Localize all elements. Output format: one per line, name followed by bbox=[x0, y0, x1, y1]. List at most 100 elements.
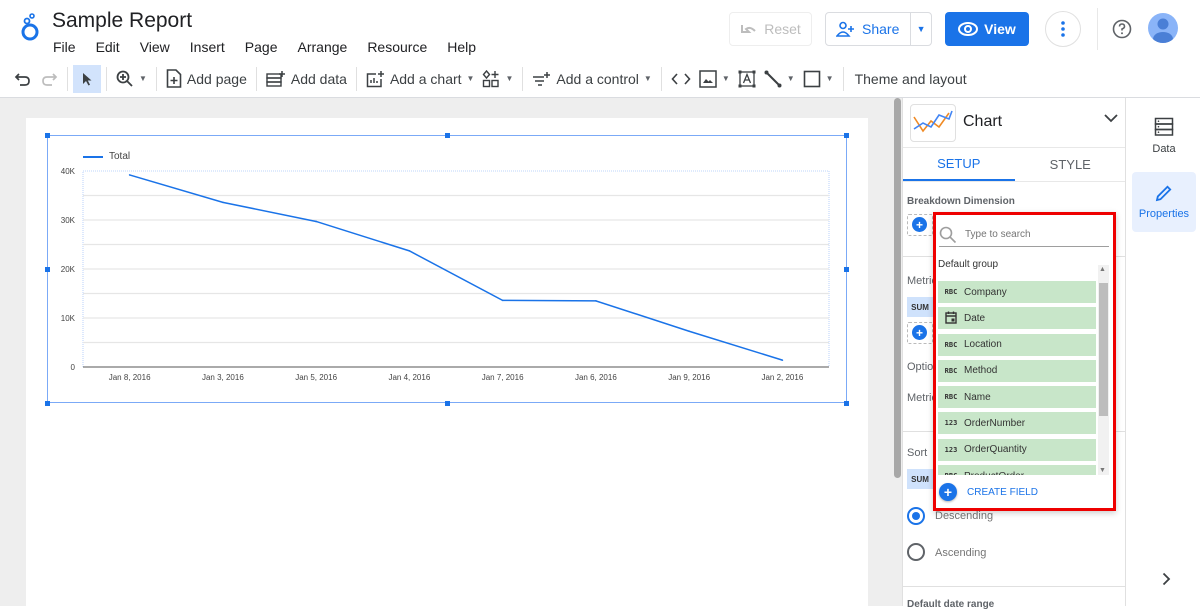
data-point bbox=[688, 330, 690, 333]
radio-ascending[interactable] bbox=[907, 543, 925, 561]
field-name: ProductOrder bbox=[964, 471, 1024, 475]
database-icon bbox=[1154, 117, 1174, 136]
line-chart-icon bbox=[913, 110, 953, 133]
scrollbar-thumb[interactable] bbox=[894, 98, 901, 478]
x-tick-label: Jan 7, 2016 bbox=[482, 373, 524, 382]
x-tick-label: Jan 8, 2016 bbox=[109, 373, 151, 382]
add-icon: + bbox=[912, 217, 927, 232]
scrollbar-thumb[interactable] bbox=[1099, 283, 1108, 416]
scroll-up-icon[interactable]: ▲ bbox=[1099, 266, 1106, 273]
field-list: RBC Company Date RBC Location RBC Method RBC Nam… bbox=[938, 281, 1096, 475]
create-field-button[interactable]: + CREATE FIELD bbox=[939, 483, 1038, 501]
view-button[interactable]: View bbox=[945, 12, 1029, 46]
field-name: Method bbox=[964, 365, 998, 377]
data-point bbox=[315, 220, 317, 223]
y-tick-label: 20K bbox=[61, 265, 76, 274]
person-icon bbox=[1153, 18, 1173, 43]
header-divider bbox=[1097, 8, 1098, 50]
text-type-icon: RBC bbox=[944, 366, 958, 375]
y-tick-label: 0 bbox=[71, 363, 76, 372]
breakdown-dimension-label: Breakdown Dimension bbox=[907, 196, 1015, 207]
x-tick-label: Jan 2, 2016 bbox=[761, 373, 803, 382]
field-item[interactable]: Date bbox=[938, 307, 1096, 330]
default-date-range-label: Default date range bbox=[907, 599, 995, 610]
field-item[interactable]: RBC Name bbox=[938, 386, 1096, 409]
rail-item-data[interactable]: Data bbox=[1132, 106, 1196, 166]
more-options-button[interactable] bbox=[1045, 11, 1081, 47]
help-icon[interactable] bbox=[1112, 19, 1132, 39]
field-search[interactable] bbox=[939, 223, 1109, 247]
tab-style[interactable]: STYLE bbox=[1015, 148, 1127, 181]
eye-icon bbox=[958, 22, 979, 36]
create-field-label: CREATE FIELD bbox=[967, 486, 1038, 498]
y-tick-label: 30K bbox=[61, 216, 76, 225]
rail-data-label: Data bbox=[1152, 143, 1176, 155]
sort-aggregation-chip[interactable]: SUM bbox=[907, 469, 933, 489]
search-icon bbox=[939, 226, 957, 243]
series-line-total bbox=[129, 174, 783, 361]
field-item[interactable]: RBC Method bbox=[938, 359, 1096, 382]
text-type-icon: RBC bbox=[944, 340, 958, 349]
pencil-icon bbox=[1155, 185, 1172, 202]
chart-type-thumbnail bbox=[910, 104, 956, 142]
rail-properties-label: Properties bbox=[1138, 208, 1190, 220]
add-icon: + bbox=[912, 325, 927, 340]
sort-label: Sort bbox=[907, 447, 928, 459]
view-label: View bbox=[984, 21, 1016, 37]
y-tick-label: 10K bbox=[61, 314, 76, 323]
data-point bbox=[222, 201, 224, 204]
data-point bbox=[595, 300, 597, 302]
number-type-icon: 123 bbox=[944, 419, 958, 428]
field-item[interactable]: RBCProductOrder bbox=[938, 465, 1096, 475]
field-name: Company bbox=[964, 286, 1007, 298]
field-item[interactable]: 123 OrderNumber bbox=[938, 412, 1096, 435]
field-search-input[interactable] bbox=[965, 229, 1095, 240]
data-point bbox=[781, 359, 784, 361]
field-name: OrderNumber bbox=[964, 417, 1026, 429]
line-chart[interactable]: 0 10K 20K 30K 40K Jan 8, 2016 Jan 3, 2016 Jan … bbox=[0, 0, 893, 606]
field-item[interactable]: 123 OrderQuantity bbox=[938, 438, 1096, 461]
ascending-label: Ascending bbox=[935, 547, 987, 559]
rail-item-properties[interactable]: Properties bbox=[1132, 172, 1196, 232]
y-axis-ticks: 0 10K 20K 30K 40K bbox=[61, 167, 76, 372]
chart-grid bbox=[82, 170, 830, 368]
x-tick-label: Jan 3, 2016 bbox=[202, 373, 244, 382]
share-dropdown-caret-icon[interactable]: ▼ bbox=[911, 24, 931, 34]
chart-series bbox=[128, 174, 784, 361]
add-dimension-slot[interactable]: + bbox=[907, 214, 933, 236]
field-picker-dropdown: Default group RBCCompanyDateRBCLocationR… bbox=[933, 212, 1116, 511]
more-vert-icon bbox=[1061, 21, 1065, 37]
text-type-icon: RBC bbox=[944, 393, 958, 402]
x-tick-label: Jan 9, 2016 bbox=[668, 373, 710, 382]
field-name: Name bbox=[964, 391, 991, 403]
radio-descending[interactable] bbox=[907, 507, 925, 525]
chevron-right-icon[interactable] bbox=[1162, 572, 1171, 586]
field-item[interactable]: RBC Location bbox=[938, 333, 1096, 356]
calendar-icon bbox=[938, 311, 964, 326]
account-avatar[interactable] bbox=[1148, 13, 1178, 43]
field-list-scrollbar[interactable]: ▲ ▼ bbox=[1098, 265, 1109, 475]
data-point bbox=[128, 174, 131, 176]
data-point bbox=[501, 299, 504, 302]
field-name: Location bbox=[964, 339, 1002, 351]
tab-setup[interactable]: SETUP bbox=[903, 148, 1015, 181]
add-metric-slot[interactable]: + bbox=[907, 322, 933, 344]
right-rail: Data Properties bbox=[1125, 98, 1200, 606]
chart-type-header[interactable]: Chart bbox=[903, 98, 1126, 148]
panel-scrollbar[interactable] bbox=[893, 98, 902, 606]
x-tick-label: Jan 5, 2016 bbox=[295, 373, 337, 382]
field-name: OrderQuantity bbox=[964, 444, 1027, 456]
metric-aggregation-chip[interactable]: SUM bbox=[907, 297, 933, 317]
text-type-icon: RBC bbox=[938, 472, 964, 475]
x-tick-label: Jan 4, 2016 bbox=[388, 373, 430, 382]
chevron-down-icon[interactable] bbox=[1104, 114, 1118, 123]
data-point bbox=[408, 250, 411, 252]
number-type-icon: 123 bbox=[944, 445, 958, 454]
descending-label: Descending bbox=[935, 510, 994, 522]
y-tick-label: 40K bbox=[61, 167, 76, 176]
chart-type-label: Chart bbox=[963, 113, 1003, 130]
scroll-down-icon[interactable]: ▼ bbox=[1099, 467, 1106, 474]
x-tick-label: Jan 6, 2016 bbox=[575, 373, 617, 382]
field-item[interactable]: RBC Company bbox=[938, 281, 1096, 303]
panel-tabs: SETUP STYLE bbox=[903, 148, 1126, 182]
